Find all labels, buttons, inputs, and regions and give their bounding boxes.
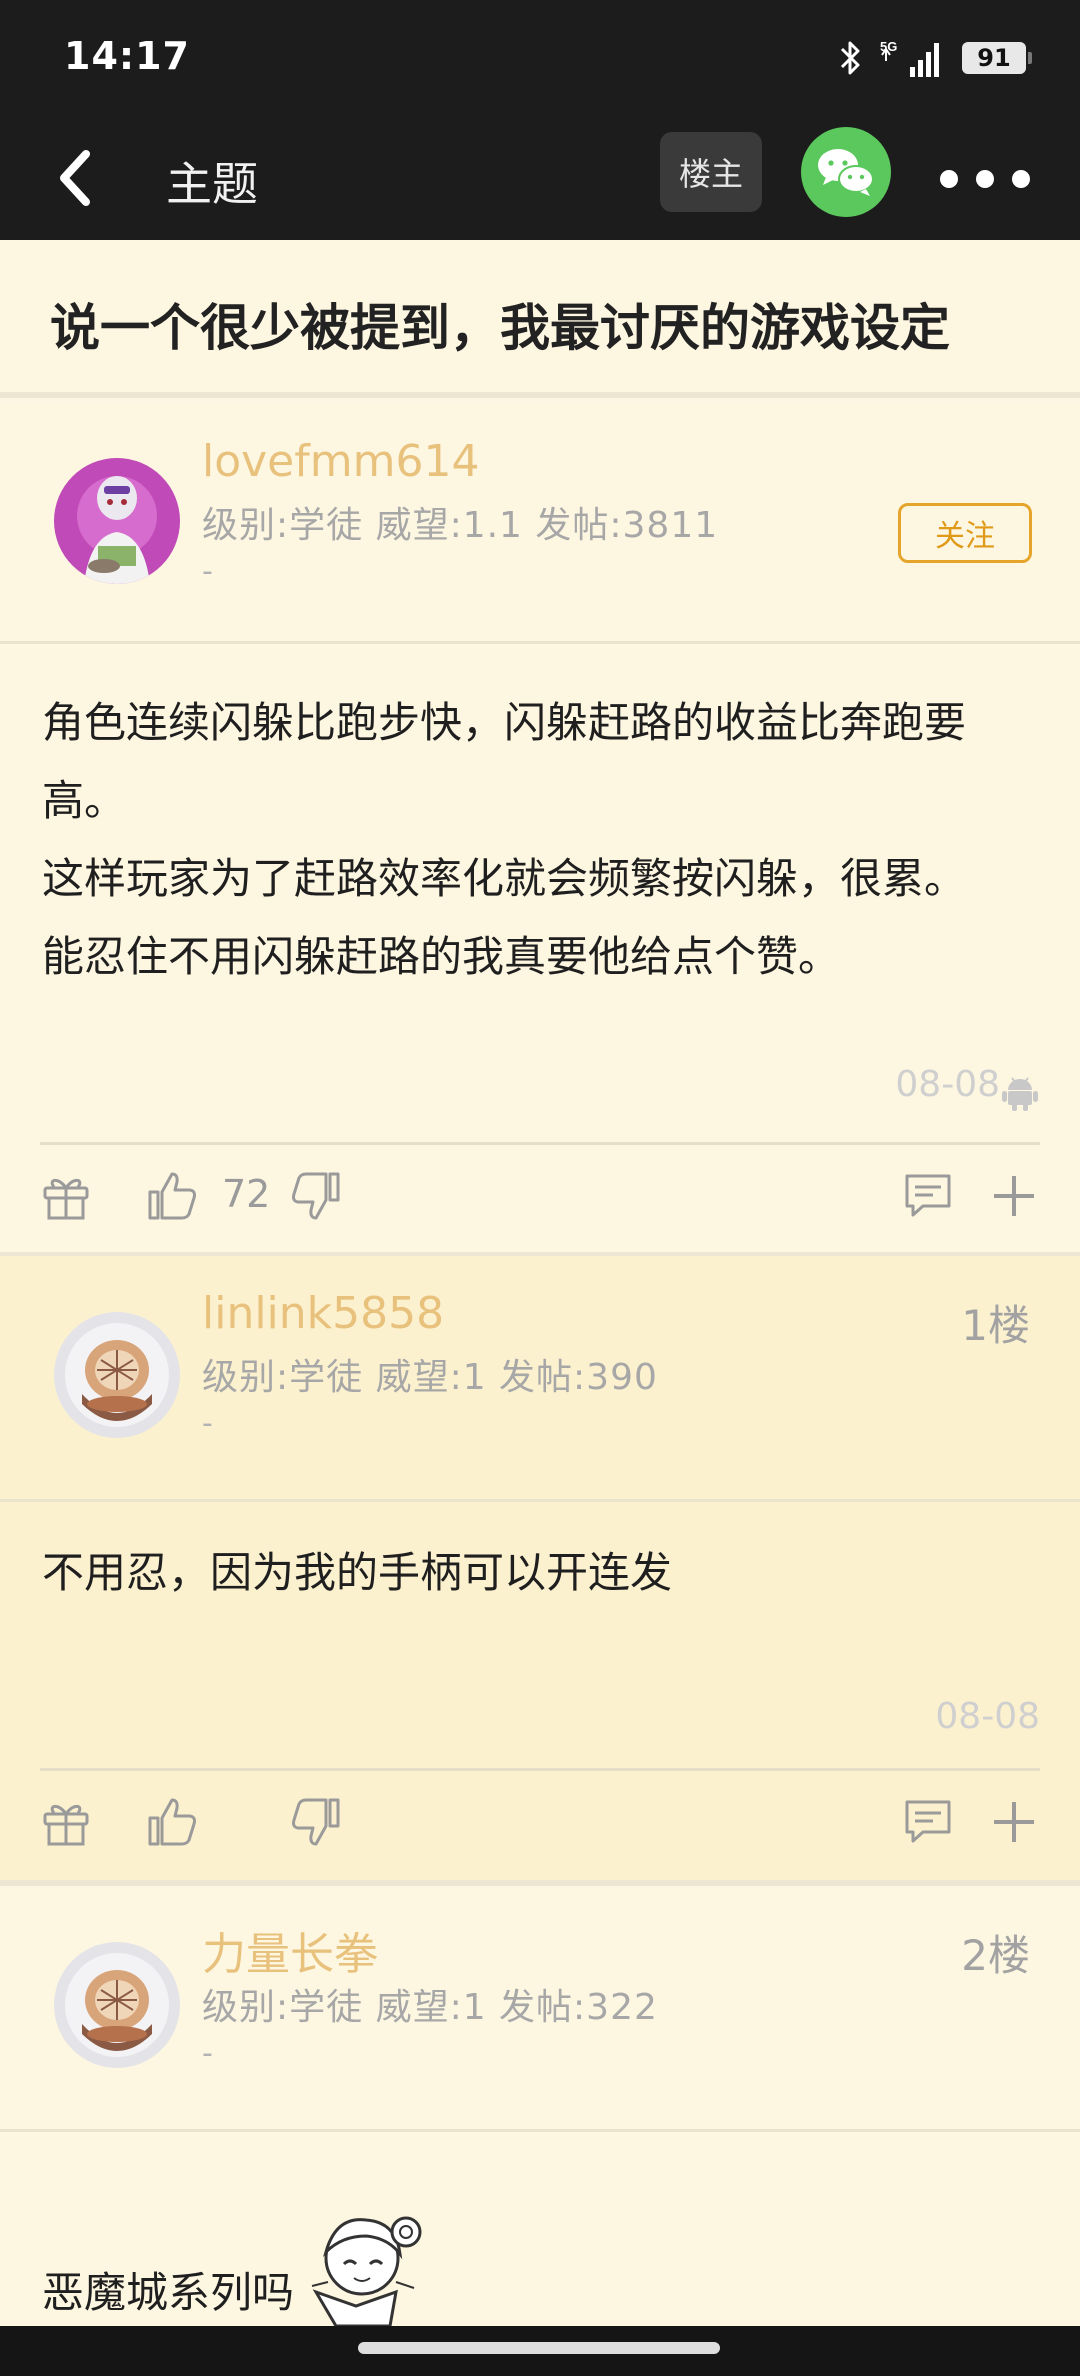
username[interactable]: 力量长拳: [202, 1918, 378, 1982]
post-header: 力量长拳 级别:学徒 威望:1 发帖:322 - 2楼: [0, 1886, 1080, 2132]
bluetooth-icon: [840, 41, 860, 75]
user-meta: 级别:学徒 威望:1 发帖:390: [202, 1357, 658, 1398]
reply-icon[interactable]: [902, 1170, 954, 1222]
divider: [0, 2129, 1080, 2132]
thumbs-down-icon[interactable]: [290, 1170, 342, 1222]
status-icons: 5G 91: [838, 36, 1032, 80]
home-indicator[interactable]: [358, 2342, 720, 2354]
status-bar: 14:17 5G 91: [0, 0, 1080, 118]
post-line: 角色连续闪躲比跑步快，闪躲赶路的收益比奔跑要: [42, 698, 967, 747]
back-icon: [60, 150, 90, 206]
post-date: 08-08: [935, 1696, 1040, 1737]
post-content: 角色连续闪躲比跑步快，闪躲赶路的收益比奔跑要 高。 这样玩家为了赶路效率化就会频…: [42, 684, 1038, 996]
avatar[interactable]: [54, 1312, 180, 1438]
system-nav-bar: [0, 2326, 1080, 2376]
android-icon: [1002, 1077, 1038, 1111]
floor-label: 2楼: [961, 1931, 1030, 1980]
user-meta: 级别:学徒 威望:1.1 发帖:3811: [202, 505, 719, 546]
avatar[interactable]: [54, 1942, 180, 2068]
post-actions: 72: [0, 1150, 1080, 1240]
post-content: 不用忍，因为我的手柄可以开连发: [42, 1534, 1038, 1612]
follow-button[interactable]: 关注: [898, 503, 1032, 563]
user-signature: -: [202, 554, 213, 589]
reply-post: linlink5858 级别:学徒 威望:1 发帖:390 - 1楼 不用忍，因…: [0, 1256, 1080, 1882]
thumbs-up-icon[interactable]: [146, 1796, 198, 1848]
post-content: 恶魔城系列吗: [42, 2202, 1038, 2332]
gift-icon[interactable]: [40, 1170, 92, 1222]
user-signature: -: [202, 1406, 213, 1441]
wechat-icon: [818, 149, 874, 196]
avatar[interactable]: [54, 458, 180, 584]
user-signature: -: [202, 2036, 213, 2071]
topic-title: 说一个很少被提到，我最讨厌的游戏设定: [50, 299, 950, 357]
post-line: 这样玩家为了赶路效率化就会频繁按闪躲，很累。: [42, 854, 967, 903]
floor-label: 1楼: [961, 1301, 1030, 1350]
signal-icon: 5G: [880, 39, 939, 77]
sticker-image: [311, 2216, 422, 2328]
post-header: lovefmm614 级别:学徒 威望:1.1 发帖:3811 - 关注: [0, 404, 1080, 644]
username[interactable]: lovefmm614: [202, 436, 479, 487]
reply-post: 力量长拳 级别:学徒 威望:1 发帖:322 - 2楼 恶魔城系列吗: [0, 1886, 1080, 2328]
plus-icon[interactable]: [988, 1796, 1040, 1848]
post-actions: [0, 1776, 1080, 1866]
post-line: 高。: [42, 776, 127, 825]
status-time: 14:17: [64, 34, 190, 78]
divider: [0, 1499, 1080, 1502]
divider: [0, 641, 1080, 644]
wechat-share-button[interactable]: [801, 127, 891, 217]
back-button[interactable]: [48, 144, 108, 212]
divider: [40, 1768, 1040, 1771]
post-line: 恶魔城系列吗: [42, 2268, 295, 2317]
plus-icon[interactable]: [988, 1170, 1040, 1222]
topic-title-bar: 说一个很少被提到，我最讨厌的游戏设定: [0, 240, 1080, 398]
op-post: lovefmm614 级别:学徒 威望:1.1 发帖:3811 - 关注 角色连…: [0, 404, 1080, 1254]
user-meta: 级别:学徒 威望:1 发帖:322: [202, 1987, 658, 2028]
thumbs-down-icon[interactable]: [290, 1796, 342, 1848]
reply-icon[interactable]: [902, 1796, 954, 1848]
gift-icon[interactable]: [40, 1796, 92, 1848]
more-icon[interactable]: [940, 154, 1030, 204]
thumbs-up-icon[interactable]: [146, 1170, 198, 1222]
battery-indicator: 91: [962, 42, 1032, 74]
app-header: 主题 楼主: [0, 118, 1080, 240]
page-title: 主题: [166, 157, 258, 211]
divider: [40, 1142, 1040, 1145]
post-line: 能忍住不用闪躲赶路的我真要他给点个赞。: [42, 932, 841, 981]
post-line: 不用忍，因为我的手柄可以开连发: [42, 1548, 673, 1597]
only-op-button[interactable]: 楼主: [660, 132, 762, 212]
like-count: 72: [222, 1172, 271, 1216]
post-header: linlink5858 级别:学徒 威望:1 发帖:390 - 1楼: [0, 1256, 1080, 1502]
username[interactable]: linlink5858: [202, 1288, 444, 1339]
post-date: 08-08: [895, 1064, 1000, 1105]
